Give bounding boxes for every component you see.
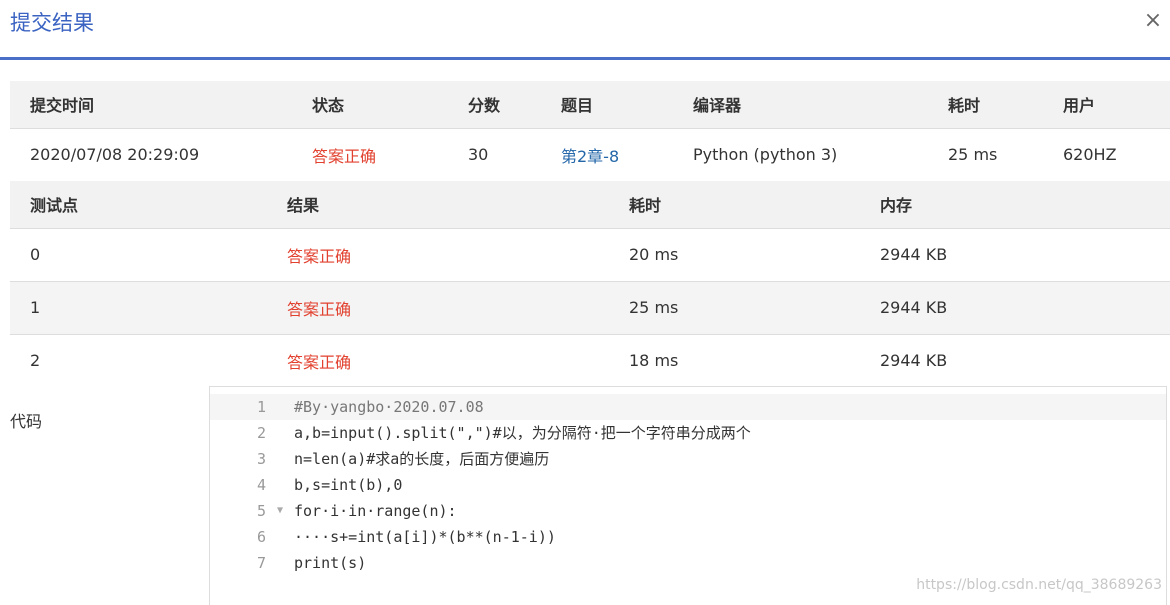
- watermark: https://blog.csdn.net/qq_38689263: [916, 577, 1162, 593]
- test-point: 2: [30, 351, 41, 371]
- code-line: 7 print(s): [210, 550, 1166, 576]
- code-line: 6 ····s+=int(a[i])*(b**(n-1-i)): [210, 524, 1166, 550]
- header-compiler: 编译器: [693, 96, 742, 116]
- submit-time: 2020/07/08 20:29:09: [30, 145, 200, 164]
- code-text: a,b=input().split(",")#以，为分隔符·把一个字符串分成两个: [294, 424, 751, 442]
- line-number: 4: [256, 476, 266, 494]
- test-result: 答案正确: [287, 246, 352, 266]
- code-text: n=len(a)#求a的长度，后面方便遍历: [294, 450, 550, 468]
- close-icon[interactable]: ×: [1141, 9, 1165, 33]
- code-editor[interactable]: 1 #By·yangbo·2020.07.08 2 a,b=input().sp…: [209, 386, 1167, 605]
- code-text: b,s=int(b),0: [294, 476, 403, 494]
- code-line: 1 #By·yangbo·2020.07.08: [210, 394, 1166, 420]
- fold-arrow-icon[interactable]: ▼: [277, 498, 283, 524]
- test-point: 0: [30, 245, 41, 264]
- test-memory: 2944 KB: [880, 245, 948, 264]
- code-text: ····s+=int(a[i])*(b**(n-1-i)): [294, 528, 556, 546]
- compiler-value: Python (python 3): [693, 145, 838, 164]
- summary-row: 2020/07/08 20:29:09 答案正确 30 第2章-8 Python…: [10, 128, 1170, 181]
- test-time: 20 ms: [629, 245, 679, 264]
- line-number: 1: [256, 398, 266, 416]
- dialog-title: 提交结果: [10, 11, 94, 35]
- test-memory: 2944 KB: [880, 298, 948, 317]
- header-problem: 题目: [561, 96, 594, 116]
- line-number: 7: [256, 554, 266, 572]
- header-memory: 内存: [880, 196, 913, 216]
- test-memory: 2944 KB: [880, 351, 948, 371]
- problem-link[interactable]: 第2章-8: [541, 128, 673, 181]
- header-score: 分数: [468, 96, 501, 116]
- test-point: 1: [30, 298, 41, 317]
- line-number: 3: [256, 450, 266, 468]
- user-value: 620HZ: [1063, 145, 1117, 164]
- dialog-header: 提交结果 ×: [0, 0, 1170, 60]
- header-result: 结果: [287, 196, 320, 216]
- code-text: print(s): [294, 554, 367, 572]
- code-line: 4 b,s=int(b),0: [210, 472, 1166, 498]
- test-result: 答案正确: [287, 299, 352, 319]
- header-elapsed: 耗时: [948, 96, 981, 116]
- header-user: 用户: [1063, 96, 1096, 116]
- line-number: 2: [256, 424, 266, 442]
- line-number: 6: [256, 528, 266, 546]
- line-number: 5: [256, 502, 266, 520]
- table-row: 1 答案正确 25 ms 2944 KB: [10, 281, 1170, 334]
- test-points-table: 测试点 结果 耗时 内存 0 答案正确 20 ms 2944 KB 1 答案正确…: [10, 181, 1170, 387]
- code-line: 2 a,b=input().split(",")#以，为分隔符·把一个字符串分成…: [210, 420, 1166, 446]
- test-result: 答案正确: [287, 352, 352, 372]
- code-line: 3 n=len(a)#求a的长度，后面方便遍历: [210, 446, 1166, 472]
- code-line: 5 ▼ for·i·in·range(n):: [210, 498, 1166, 524]
- table-row: 0 答案正确 20 ms 2944 KB: [10, 228, 1170, 281]
- code-text: for·i·in·range(n):: [294, 502, 457, 520]
- code-label: 代码: [10, 412, 43, 431]
- test-time: 18 ms: [629, 351, 679, 371]
- test-time: 25 ms: [629, 298, 679, 317]
- elapsed-value: 25 ms: [948, 145, 998, 164]
- header-test-point: 测试点: [30, 196, 79, 216]
- header-status: 状态: [312, 96, 345, 116]
- status-value: 答案正确: [312, 146, 377, 166]
- score-value: 30: [468, 145, 489, 164]
- summary-header-row: 提交时间 状态 分数 题目 编译器 耗时 用户: [10, 81, 1170, 128]
- submission-summary-table: 提交时间 状态 分数 题目 编译器 耗时 用户 2020/07/08 20:29…: [10, 81, 1170, 182]
- header-test-time: 耗时: [629, 196, 662, 216]
- tests-header-row: 测试点 结果 耗时 内存: [10, 181, 1170, 228]
- header-submit-time: 提交时间: [30, 96, 95, 116]
- table-row: 2 答案正确 18 ms 2944 KB: [10, 334, 1170, 387]
- code-text: #By·yangbo·2020.07.08: [294, 398, 484, 416]
